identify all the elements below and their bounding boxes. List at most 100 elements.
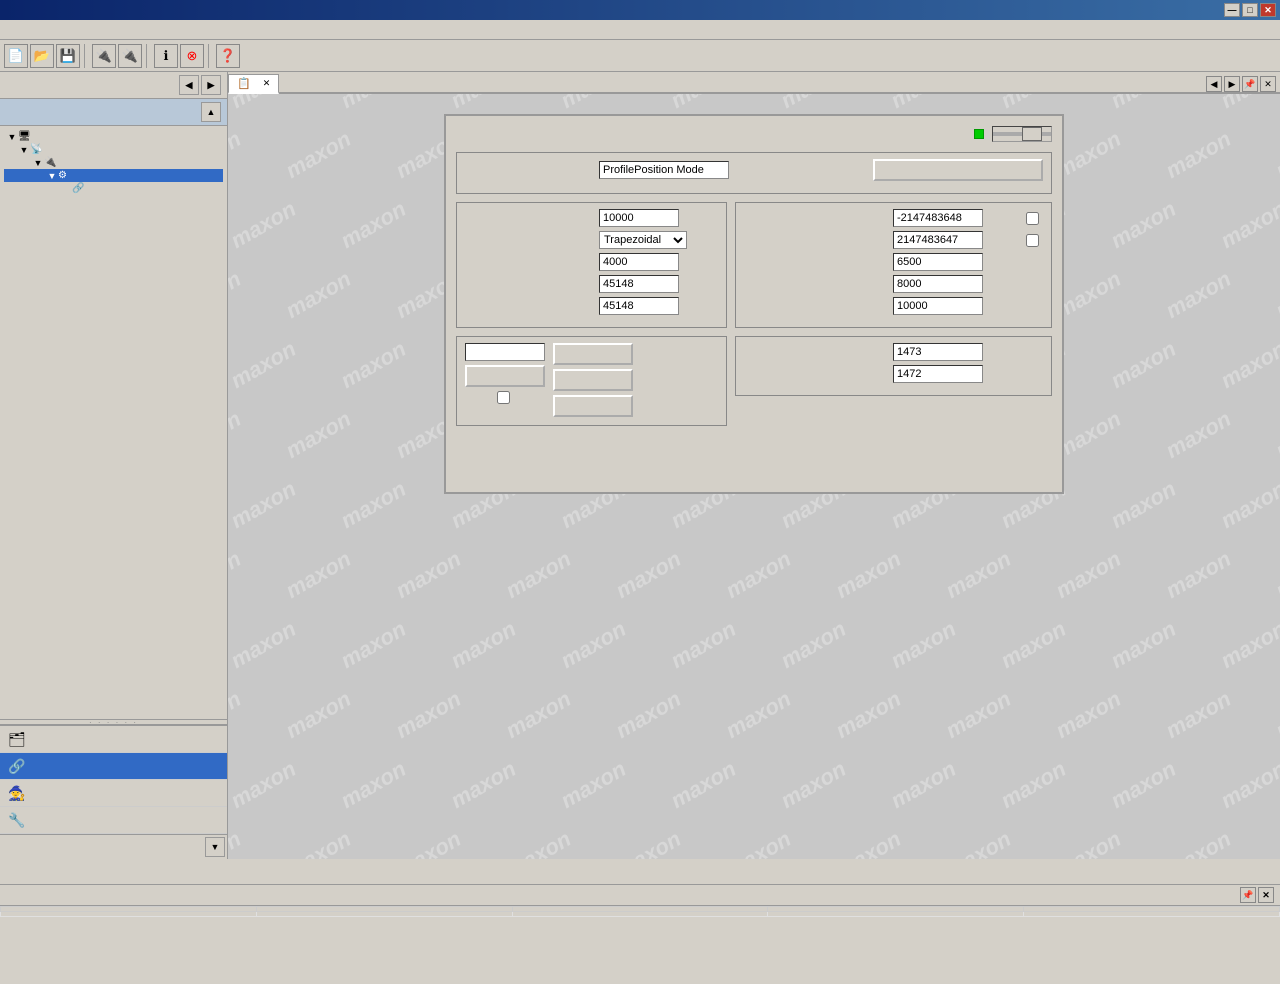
status-cell-name [768, 912, 1024, 917]
toolbar-connect[interactable]: 🔌 [92, 44, 116, 68]
pos-demand-input[interactable] [893, 365, 983, 383]
status-pin-btn[interactable]: 📌 [1240, 887, 1256, 903]
panel-content: Trapezoidal Sinusoidal [228, 94, 1280, 504]
profile-col: Trapezoidal Sinusoidal [456, 202, 727, 434]
tree-can[interactable]: 🔗 [4, 182, 223, 195]
epos-state-group [456, 336, 727, 426]
minimize-button[interactable]: — [1224, 3, 1240, 17]
tab-wizards[interactable]: 🧙 [0, 780, 227, 807]
maximize-button[interactable]: □ [1242, 3, 1258, 17]
com18-icon: 🔌 [44, 157, 56, 168]
toolbar-disconnect[interactable]: 🔌 [118, 44, 142, 68]
toolbar-open[interactable]: 📂 [30, 44, 54, 68]
close-button[interactable]: ✕ [1260, 3, 1276, 17]
can-icon: 🔗 [72, 183, 84, 194]
menu-bar [0, 20, 1280, 40]
tab-workspace[interactable]: 🗂 [0, 726, 227, 753]
activate-ppm-btn[interactable] [873, 159, 1043, 181]
tab-close-button[interactable]: ✕ [263, 78, 271, 89]
tree-area[interactable]: ▼ 🖥 ▼ 📡 ▼ 🔌 ▼ ⚙ [0, 126, 227, 719]
tree-com18[interactable]: ▼ 🔌 [4, 156, 223, 169]
active-operation-row [465, 159, 1043, 181]
profile-params-row: Trapezoidal Sinusoidal [456, 202, 1052, 434]
communication-icon: 🔗 [8, 757, 26, 775]
toolbar-info[interactable]: ℹ [154, 44, 178, 68]
nav-scroll-up[interactable]: ◀ [179, 75, 199, 95]
menu-window[interactable] [52, 28, 64, 32]
profile-type-select[interactable]: Trapezoidal Sinusoidal [599, 231, 687, 249]
parameters-group [735, 202, 1052, 328]
max-follow-err-input[interactable] [893, 275, 983, 293]
toolbar-stop[interactable]: ⊗ [180, 44, 204, 68]
content-tab-ppm[interactable]: 📋 ✕ [228, 74, 279, 94]
ppm-panel: Trapezoidal Sinusoidal [444, 114, 1064, 494]
toolbar-save[interactable]: 💾 [56, 44, 80, 68]
nav-bottom-scroll[interactable]: ▼ [205, 837, 225, 857]
target-position-input[interactable] [599, 209, 679, 227]
move-absolute-btn[interactable] [553, 343, 633, 365]
epos-led [974, 129, 984, 139]
workspace-icon: 🗂 [8, 730, 26, 748]
menu-view[interactable] [20, 28, 32, 32]
tab-next-btn[interactable]: ▶ [1224, 76, 1240, 92]
tab-close-all-btn[interactable]: ✕ [1260, 76, 1276, 92]
quickstop-decel-input[interactable] [893, 297, 983, 315]
help-btn[interactable] [465, 365, 545, 387]
move-relative-btn[interactable] [553, 369, 633, 391]
toolbar: 📄 📂 💾 🔌 🔌 ℹ ⊗ ❓ [0, 40, 1280, 72]
status-close-btn[interactable]: ✕ [1258, 887, 1274, 903]
toolbar-new[interactable]: 📄 [4, 44, 28, 68]
expand-node[interactable]: ▼ [46, 171, 58, 181]
nav-header: ◀ ▶ [0, 72, 227, 99]
content-area: // Generate watermark const wm = documen… [228, 72, 1280, 859]
tab-tools[interactable]: 🔧 [0, 807, 227, 834]
nav-scroll-down[interactable]: ▶ [201, 75, 221, 95]
bottom-nav: 🗂 🔗 🧙 🔧 [0, 725, 227, 834]
min-pos-enable-check[interactable] [1026, 212, 1039, 225]
active-operation-input[interactable] [599, 161, 729, 179]
halt-btn[interactable] [553, 395, 633, 417]
node-icon: ⚙ [58, 170, 67, 181]
comm-section-header: ▲ [0, 99, 227, 126]
epos-slider[interactable] [992, 126, 1052, 142]
profile-accel-input[interactable] [599, 275, 679, 293]
expand-rs232[interactable]: ▼ [18, 145, 30, 155]
actual-values-group [735, 336, 1052, 396]
profile-accel-row [465, 275, 718, 293]
menu-file[interactable] [4, 28, 16, 32]
rs232-icon: 📡 [30, 144, 42, 155]
expand-com18[interactable]: ▼ [32, 158, 44, 168]
expand-localhost[interactable]: ▼ [6, 132, 18, 142]
title-bar: — □ ✕ [0, 0, 1280, 20]
toolbar-sep3 [208, 44, 212, 68]
max-pos-limit-input[interactable] [893, 231, 983, 249]
slider-thumb [1022, 127, 1042, 141]
max-pos-enable-check[interactable] [1026, 234, 1039, 247]
tab-prev-btn[interactable]: ◀ [1206, 76, 1222, 92]
localhost-icon: 🖥 [18, 131, 31, 142]
profile-decel-input[interactable] [599, 297, 679, 315]
toolbar-help[interactable]: ❓ [216, 44, 240, 68]
status-cell-desc [1024, 912, 1280, 917]
change-profile-checkbox[interactable] [497, 391, 510, 404]
status-cell-type [1, 912, 257, 917]
status-header: 📌 ✕ [0, 885, 1280, 906]
menu-help[interactable] [68, 28, 80, 32]
tree-localhost[interactable]: ▼ 🖥 [4, 130, 223, 143]
pos-actual-input[interactable] [893, 343, 983, 361]
profile-decel-row [465, 297, 718, 315]
tab-communication[interactable]: 🔗 [0, 753, 227, 780]
status-cell-code [512, 912, 768, 917]
menu-extras[interactable] [36, 28, 48, 32]
tree-rs232[interactable]: ▼ 📡 [4, 143, 223, 156]
status-table [0, 906, 1280, 917]
tree-node[interactable]: ▼ ⚙ [4, 169, 223, 182]
profile-velocity-input[interactable] [599, 253, 679, 271]
comm-scroll[interactable]: ▲ [201, 102, 221, 122]
min-pos-limit-input[interactable] [893, 209, 983, 227]
tab-pin-btn[interactable]: 📌 [1242, 76, 1258, 92]
max-profile-vel-input[interactable] [893, 253, 983, 271]
expand-can [60, 184, 72, 194]
epos-state-left [465, 343, 545, 417]
epos-status-row [966, 126, 1052, 142]
